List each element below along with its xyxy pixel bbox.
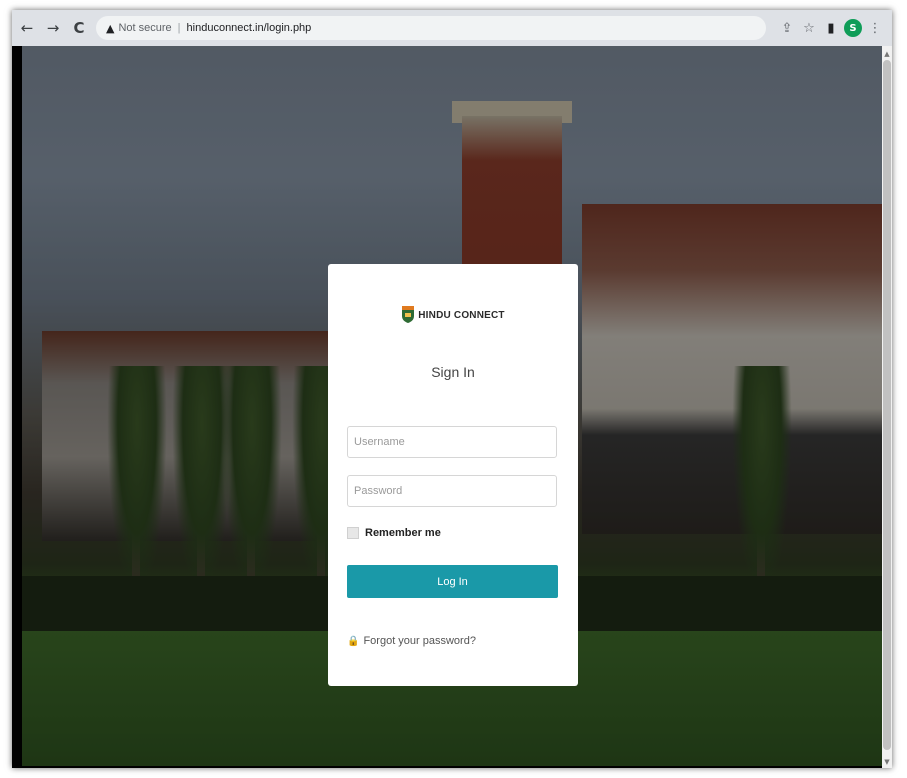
scrollbar-thumb[interactable] — [883, 60, 891, 750]
share-icon[interactable]: ⇪ — [776, 17, 798, 39]
scroll-down-icon[interactable]: ▼ — [882, 758, 892, 766]
brand-name: HINDU CONNECT — [418, 309, 505, 321]
scroll-up-icon[interactable]: ▲ — [882, 50, 892, 58]
login-card: HINDU CONNECT Sign In Remember me Log In… — [328, 264, 578, 686]
star-icon[interactable]: ☆ — [798, 17, 820, 39]
side-panel-icon[interactable]: ▮ — [820, 17, 842, 39]
lock-icon: 🔒 — [347, 635, 360, 647]
remember-me-row[interactable]: Remember me — [347, 527, 441, 539]
page-scrollbar[interactable]: ▲ ▼ — [882, 46, 892, 768]
forward-icon[interactable]: → — [42, 17, 64, 39]
address-separator: | — [177, 22, 181, 34]
warning-icon[interactable]: ▲ — [106, 22, 114, 35]
address-bar[interactable]: ▲ Not secure | hinduconnect.in/login.php — [96, 16, 766, 40]
menu-icon[interactable]: ⋮ — [864, 17, 886, 39]
not-secure-label[interactable]: Not secure — [118, 22, 171, 34]
login-button[interactable]: Log In — [347, 565, 558, 598]
reload-icon[interactable]: C — [68, 17, 90, 39]
profile-button[interactable]: S — [842, 17, 864, 39]
password-input[interactable] — [347, 475, 557, 507]
toolbar-actions: ⇪ ☆ ▮ S ⋮ — [776, 17, 886, 39]
username-input[interactable] — [347, 426, 557, 458]
crest-icon — [402, 306, 415, 323]
browser-toolbar: ← → C ▲ Not secure | hinduconnect.in/log… — [12, 10, 892, 46]
avatar[interactable]: S — [844, 19, 862, 37]
remember-me-checkbox[interactable] — [347, 527, 359, 539]
page-title: Sign In — [431, 364, 475, 380]
forgot-password-link[interactable]: 🔒 Forgot your password? — [347, 635, 476, 647]
forgot-password-label[interactable]: Forgot your password? — [363, 635, 476, 647]
remember-me-label[interactable]: Remember me — [365, 527, 441, 539]
brand-logo: HINDU CONNECT — [328, 306, 578, 324]
url-text[interactable]: hinduconnect.in/login.php — [187, 22, 312, 34]
back-icon[interactable]: ← — [16, 17, 38, 39]
